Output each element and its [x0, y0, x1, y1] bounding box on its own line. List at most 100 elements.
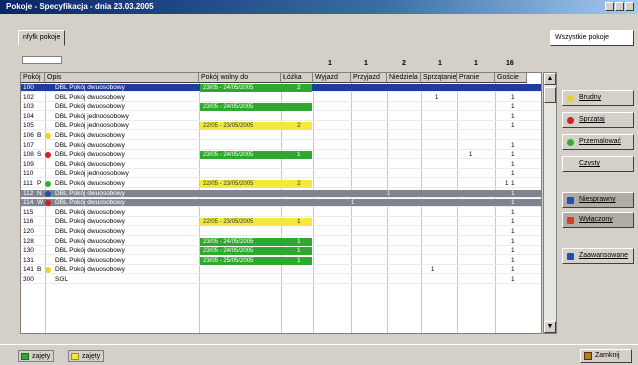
guest-count: 1 [511, 189, 515, 197]
guest-count: 1 [511, 237, 515, 245]
beds-count: 1 [297, 218, 301, 226]
table-row[interactable]: 106 B DBL Pokój dwuosobowy [21, 132, 541, 140]
room-description: DBL Pokój dwuosobowy [55, 266, 125, 274]
table-row[interactable]: 109 DBL Pokój dwuosobowy 1 [21, 161, 541, 169]
table-row[interactable]: 130 DBL Pokój dwuosobowy 23/05 - 24/05/200… [21, 247, 541, 256]
window-title: Pokoje - Specyfikacja - dnia 23.03.2005 [6, 2, 154, 11]
column-header[interactable]: Przyjazd [351, 73, 387, 83]
column-header[interactable]: Niedziela [387, 73, 421, 83]
table-row[interactable]: 108 S DBL Pokój dwuosobowy 23/05 - 24/05/20… [21, 151, 541, 160]
room-description: DBL Pokój dwuosobowy [55, 208, 125, 216]
status-letter: W [37, 199, 43, 207]
column-header[interactable]: Opis [45, 73, 199, 83]
action-button[interactable]: Czysty [562, 156, 634, 172]
column-header[interactable]: Łóżka [281, 73, 313, 83]
table-row[interactable]: 131 DBL Pokój dwuosobowy 23/05 - 25/05/200… [21, 256, 541, 265]
room-number: 107 [23, 141, 34, 149]
room-number: 131 [23, 256, 34, 264]
activity-mark: 1 [431, 267, 435, 274]
status-letter: N [37, 189, 42, 197]
action-button[interactable]: Niesprawny [562, 192, 634, 208]
column-counter: 1 [474, 60, 478, 67]
legend-occupied-green: zajęty [18, 350, 55, 362]
table-row[interactable]: 115 DBL Pokój dwuosobowy 1 [21, 209, 541, 217]
scroll-up-button[interactable]: ▲ [544, 73, 556, 85]
maximize-button[interactable] [615, 2, 624, 11]
status-letter: B [37, 266, 42, 274]
table-row[interactable]: 100 DBL Pokój dwuosobowy 23/05 - 24/05/200… [21, 84, 541, 92]
action-label: Przemalować [579, 138, 622, 145]
room-description: DBL Pokój dwuosobowy [55, 189, 125, 197]
room-description: DBL Pokój dwuosobowy [55, 93, 125, 101]
close-window-button[interactable] [625, 2, 634, 11]
room-number: 105 [23, 122, 34, 130]
room-description: DBL Pokój jednoosobowy [55, 170, 129, 178]
scroll-thumb[interactable] [544, 87, 556, 103]
room-description: DBL Pokój dwuosobowy [55, 199, 125, 207]
grid-scrollbar[interactable]: ▲ ▼ [543, 72, 557, 334]
action-icon [567, 217, 574, 224]
action-button[interactable]: Brudny [562, 90, 634, 106]
table-row[interactable]: 128 DBL Pokój dwuosobowy 23/05 - 24/05/200… [21, 237, 541, 246]
room-description: DBL Pokój dwuosobowy [55, 84, 125, 91]
room-number: 100 [23, 84, 34, 91]
column-header[interactable]: Sprzątanie [421, 73, 457, 83]
blue-status-icon [45, 190, 51, 197]
column-header[interactable]: Pokój wolny do [199, 73, 281, 83]
table-row[interactable]: 111 P DBL Pokój dwuosobowy 22/05 - 23/05/20… [21, 180, 541, 188]
table-row[interactable]: 107 DBL Pokój dwuosobowy 1 [21, 142, 541, 150]
room-description: DBL Pokój dwuosobowy [55, 247, 125, 255]
guest-count: 1 [511, 170, 515, 178]
action-button[interactable]: Zaawansowane [562, 248, 634, 264]
action-button[interactable]: Przemalować [562, 134, 634, 150]
column-header[interactable]: Pokój [21, 73, 45, 83]
minimize-button[interactable] [605, 2, 614, 11]
all-rooms-dropdown[interactable]: Wszystkie pokoje [550, 30, 634, 46]
action-button[interactable]: Sprzątaj [562, 112, 634, 128]
activity-mark: 1 [505, 181, 509, 187]
window-controls [605, 2, 634, 11]
table-row[interactable]: 120 DBL Pokój dwuosobowy 1 [21, 228, 541, 236]
action-label: Czysty [579, 160, 600, 167]
column-header[interactable]: Goście [495, 73, 527, 83]
table-row[interactable]: 105 DBL Pokój jednoosobowy 22/05 - 23/05/2… [21, 122, 541, 131]
legend-label: zajęty [32, 353, 51, 360]
yellow-status-icon [45, 267, 51, 274]
column-header[interactable]: Wyjazd [313, 73, 351, 83]
legend-yellow-swatch [71, 353, 79, 360]
column-header[interactable]: Pranie [457, 73, 495, 83]
guest-count: 1 [511, 103, 515, 111]
close-button[interactable]: Zamknij [580, 349, 632, 363]
scroll-down-button[interactable]: ▼ [544, 321, 556, 333]
beds-count: 2 [297, 180, 301, 187]
table-row[interactable]: 110 DBL Pokój jednoosobowy 1 [21, 170, 541, 179]
table-row[interactable]: 102 DBL Pokój dwuosobowy 1 1 [21, 94, 541, 102]
filter-input[interactable] [22, 56, 62, 64]
table-row[interactable]: 114 W DBL Pokój dwuosobowy 1 1 [21, 199, 541, 208]
beds-count: 2 [297, 84, 301, 91]
yellow-status-icon [45, 133, 51, 139]
beds-count: 1 [297, 247, 301, 255]
table-row[interactable]: 141 B DBL Pokój dwuosobowy 1 1 [21, 266, 541, 275]
table-row[interactable]: 112 N DBL Pokój dwuosobowy 1 1 [21, 189, 541, 198]
guest-count: 1 [511, 122, 515, 130]
action-button[interactable]: Wyłączony [562, 212, 634, 228]
guest-count: 1 [511, 218, 515, 226]
activity-mark: 1 [387, 190, 391, 197]
room-number: 120 [23, 228, 34, 235]
room-description: DBL Pokój dwuosobowy [55, 160, 125, 168]
table-row[interactable]: 300 SGL 1 [21, 276, 541, 284]
guest-count: 1 [511, 93, 515, 101]
tab-rooms[interactable]: nfyfk pokoje [18, 30, 66, 46]
table-row[interactable]: 104 DBL Pokój jednoosobowy 1 [21, 113, 541, 121]
status-bar: zajęty zajęty Zamknij [0, 344, 638, 365]
table-row[interactable]: 116 DBL Pokój dwuosobowy 22/05 - 23/05/200… [21, 218, 541, 227]
room-description: SGL [55, 276, 69, 283]
room-description: DBL Pokój jednoosobowy [55, 122, 129, 130]
status-letter: P [37, 180, 42, 187]
guest-count: 1 [511, 199, 515, 207]
room-number: 116 [23, 218, 34, 226]
legend-label: zajęty [82, 353, 101, 360]
room-number: 103 [23, 103, 34, 111]
table-row[interactable]: 103 DBL Pokój dwuosobowy 23/05 - 24/05/200… [21, 103, 541, 112]
